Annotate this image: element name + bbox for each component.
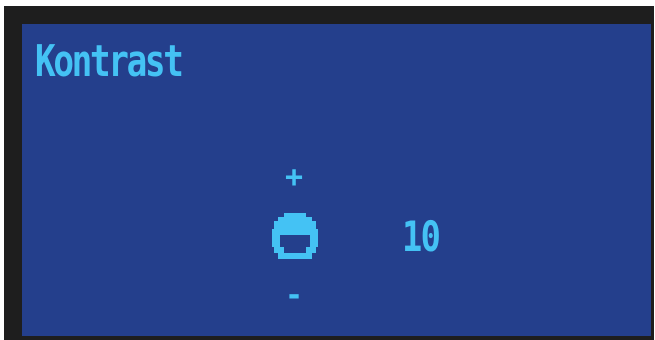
contrast-knob-graphic — [272, 213, 318, 259]
display-frame: Kontrast + 10 - — [4, 6, 654, 340]
contrast-value: 10 — [402, 212, 441, 261]
increase-button[interactable]: + — [280, 163, 308, 193]
decrease-button[interactable]: - — [280, 281, 308, 311]
menu-title: Kontrast — [35, 36, 184, 87]
display-screen: Kontrast + 10 - — [22, 24, 651, 336]
contrast-knob-icon[interactable] — [270, 211, 320, 261]
